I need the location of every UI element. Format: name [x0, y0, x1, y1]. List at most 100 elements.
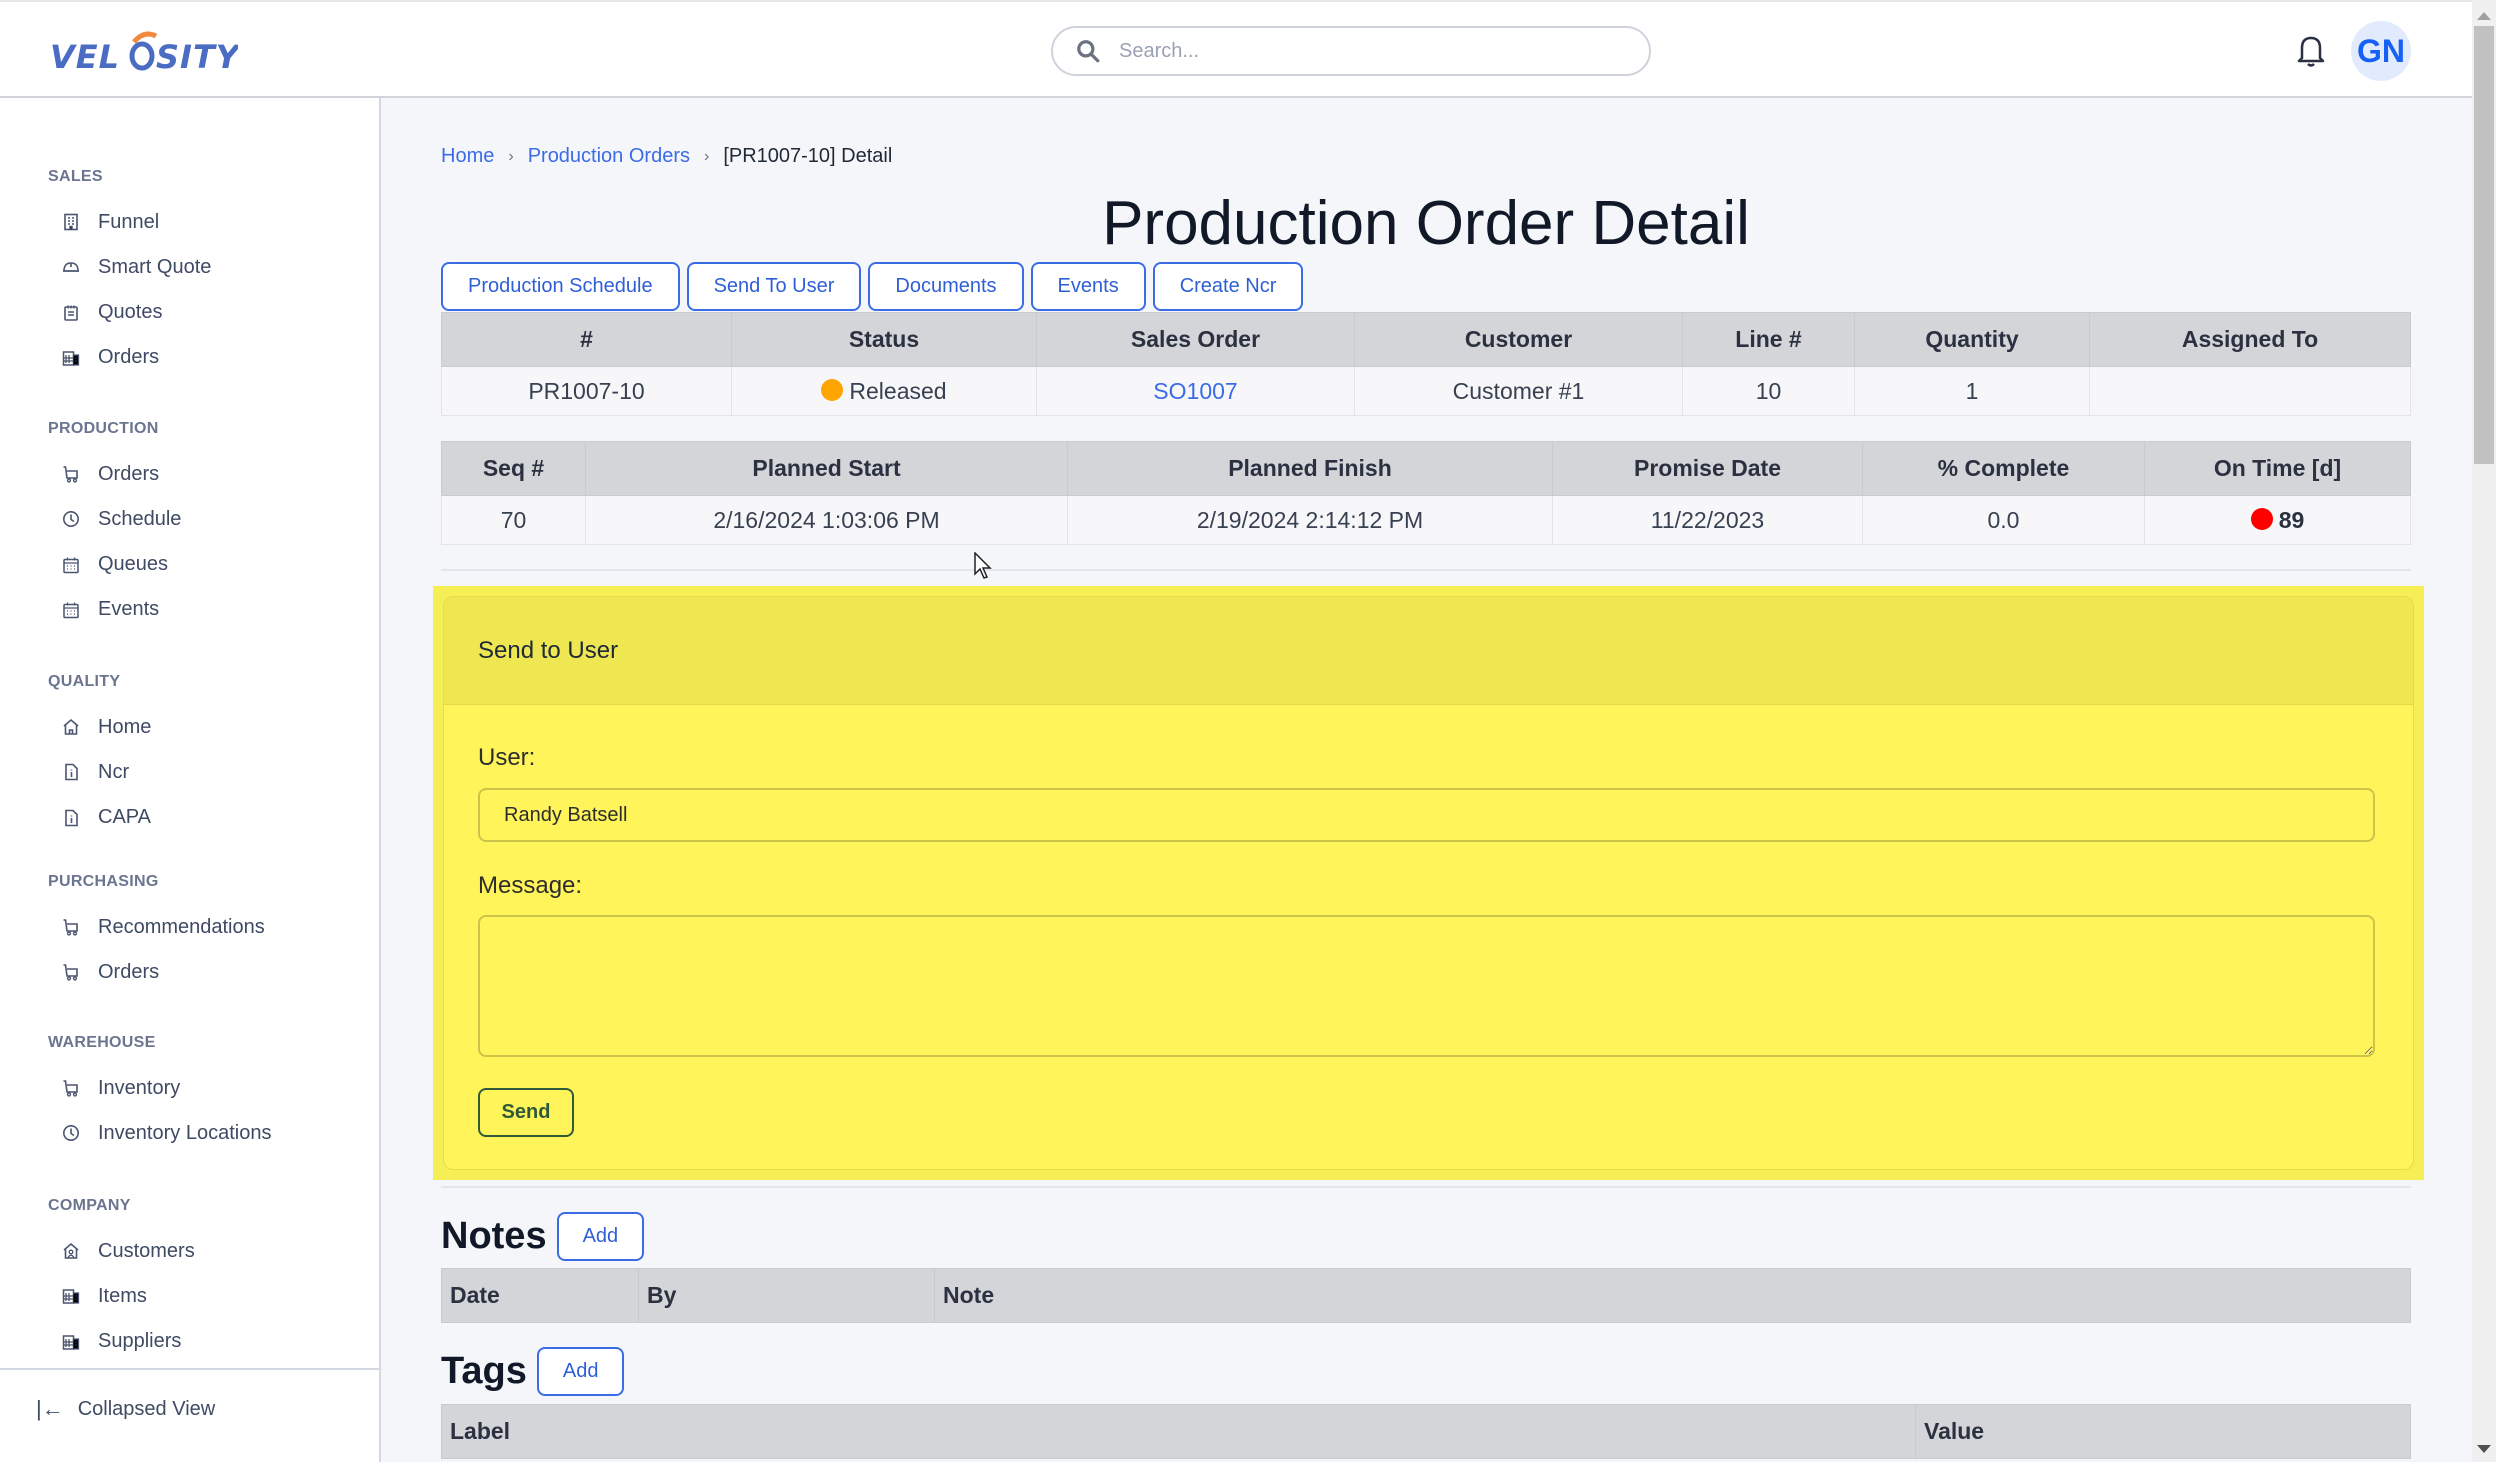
assigned-to-cell [2089, 366, 2411, 416]
add-tag-button[interactable]: Add [536, 1347, 625, 1396]
sidebar-item-label: Items [98, 1284, 147, 1307]
notes-table: Date By Note [441, 1268, 2411, 1323]
tags-table: Label Value [441, 1404, 2411, 1459]
sidebar-item-label: CAPA [98, 806, 151, 829]
table-header-row: Label Value [441, 1404, 2411, 1459]
customer-cell: Customer #1 [1354, 366, 1683, 416]
home-user-icon [62, 1242, 80, 1260]
send-to-user-card: Send to User User: Message: Send [443, 596, 2414, 1170]
sidebar-section-company: COMPANY [48, 1197, 131, 1214]
sidebar-item-label: Orders [98, 960, 160, 983]
scroll-up-arrow-icon[interactable] [2477, 12, 2491, 20]
page-scrollbar[interactable] [2472, 0, 2496, 1462]
sidebar-item-company-customers[interactable]: Customers [62, 1231, 195, 1271]
sidebar-item-sales-orders[interactable]: Orders [62, 338, 159, 378]
sidebar-item-label: Smart Quote [98, 255, 212, 278]
sidebar-item-label: Orders [98, 346, 160, 369]
order-status: Released [731, 366, 1037, 416]
create-ncr-button[interactable]: Create Ncr [1152, 262, 1304, 311]
sidebar-item-label: Recommendations [98, 915, 265, 938]
table-header-row: Date By Note [441, 1268, 2411, 1323]
sidebar-section-sales: SALES [48, 168, 103, 185]
sidebar-item-label: Orders [98, 462, 160, 485]
home-icon [62, 718, 80, 736]
add-note-button[interactable]: Add [556, 1212, 645, 1261]
breadcrumb-production-orders[interactable]: Production Orders [528, 145, 690, 168]
sidebar-item-quality-capa[interactable]: CAPA [62, 798, 151, 838]
sidebar-item-label: Funnel [98, 210, 160, 233]
scroll-down-arrow-icon[interactable] [2477, 1445, 2491, 1453]
sidebar-item-sales-smart-quote[interactable]: Smart Quote [62, 247, 211, 287]
sidebar: SALES Funnel Smart Quote Quotes Orders PRODUC… [0, 98, 381, 1462]
production-schedule-button[interactable]: Production Schedule [441, 262, 680, 311]
sidebar-item-production-orders[interactable]: Orders [62, 454, 159, 494]
sidebar-item-quality-ncr[interactable]: Ncr [62, 752, 129, 792]
sidebar-section-quality: QUALITY [48, 673, 121, 690]
building-icon [62, 213, 80, 231]
col-status: Status [731, 312, 1037, 367]
schedule-table: Seq # Planned Start Planned Finish Promi… [441, 441, 2411, 545]
sidebar-item-quality-home[interactable]: Home [62, 707, 151, 747]
scrollbar-thumb[interactable] [2474, 26, 2494, 464]
sidebar-item-label: Customers [98, 1239, 195, 1262]
sidebar-item-company-items[interactable]: Items [62, 1276, 147, 1316]
sidebar-item-sales-quotes[interactable]: Quotes [62, 293, 162, 333]
send-button[interactable]: Send [478, 1088, 574, 1137]
search-box[interactable] [1051, 26, 1651, 76]
tags-section-header: Tags Add [441, 1347, 625, 1396]
order-number: PR1007-10 [441, 366, 732, 416]
message-field[interactable] [478, 915, 2375, 1057]
sidebar-item-label: Home [98, 715, 152, 738]
helmet-icon [62, 258, 80, 276]
collapse-label: Collapsed View [77, 1397, 216, 1420]
seq-cell: 70 [441, 495, 586, 545]
sidebar-item-label: Queues [98, 553, 169, 576]
bell-icon[interactable] [2296, 34, 2326, 68]
user-avatar[interactable]: GN [2351, 21, 2411, 81]
clock-icon [62, 510, 80, 528]
sidebar-item-warehouse-inventory[interactable]: Inventory [62, 1068, 180, 1108]
sidebar-item-production-events[interactable]: Events [62, 590, 159, 630]
col-percent-complete: % Complete [1862, 441, 2145, 496]
table-header-row: Seq # Planned Start Planned Finish Promi… [441, 441, 2411, 496]
on-time-cell: 89 [2144, 495, 2411, 545]
sidebar-item-production-schedule[interactable]: Schedule [62, 499, 181, 539]
col-planned-finish: Planned Finish [1067, 441, 1553, 496]
buildings-icon [62, 1333, 80, 1351]
file-info-icon [62, 809, 80, 827]
search-input[interactable] [1119, 39, 1599, 63]
events-button[interactable]: Events [1030, 262, 1146, 311]
documents-button[interactable]: Documents [868, 262, 1024, 311]
sidebar-item-warehouse-inventory-locations[interactable]: Inventory Locations [62, 1113, 271, 1153]
chevron-right-icon: › [508, 147, 514, 165]
sidebar-item-production-queues[interactable]: Queues [62, 545, 168, 585]
send-to-user-button[interactable]: Send To User [686, 262, 862, 311]
planned-start-cell: 2/16/2024 1:03:06 PM [585, 495, 1068, 545]
sidebar-item-company-suppliers[interactable]: Suppliers [62, 1322, 181, 1362]
collapsed-view-toggle[interactable]: |← Collapsed View [36, 1396, 215, 1422]
sidebar-section-purchasing: PURCHASING [48, 873, 159, 890]
status-label: Released [849, 377, 947, 404]
col-by: By [638, 1268, 935, 1323]
sidebar-item-sales-funnel[interactable]: Funnel [62, 202, 159, 242]
notes-heading: Notes [441, 1215, 547, 1257]
divider [441, 1186, 2411, 1188]
divider [441, 569, 2411, 571]
breadcrumb-current: [PR1007-10] Detail [723, 145, 893, 167]
user-field[interactable] [478, 788, 2375, 842]
sidebar-item-purchasing-recommendations[interactable]: Recommendations [62, 907, 265, 947]
sales-order-link[interactable]: SO1007 [1153, 378, 1237, 404]
col-line: Line # [1682, 312, 1855, 367]
sidebar-item-label: Inventory Locations [98, 1121, 272, 1144]
sidebar-item-purchasing-orders[interactable]: Orders [62, 952, 159, 992]
velosity-logo[interactable]: VEL SITY [48, 28, 241, 78]
notes-section-header: Notes Add [441, 1212, 645, 1261]
svg-text:VEL: VEL [50, 38, 120, 76]
cart-icon [62, 465, 80, 483]
col-planned-start: Planned Start [585, 441, 1068, 496]
breadcrumb-home[interactable]: Home [441, 145, 494, 168]
clock-icon [62, 1124, 80, 1142]
col-note: Note [934, 1268, 2411, 1323]
buildings-icon [62, 349, 80, 367]
action-buttons: Production Schedule Send To User Documen… [441, 262, 1304, 311]
